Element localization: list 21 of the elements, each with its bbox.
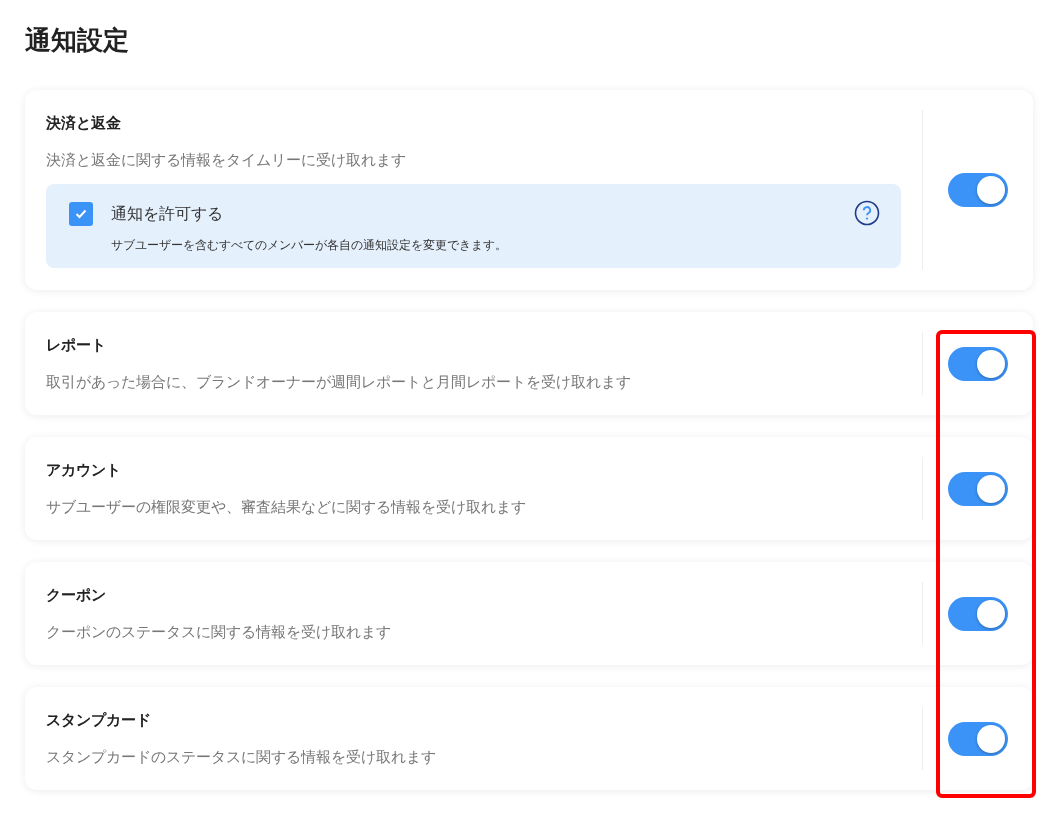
toggle-switch[interactable] [948, 721, 1008, 756]
toggle-switch[interactable] [948, 346, 1008, 381]
page-title: 通知設定 [25, 24, 130, 57]
section-title: レポート [46, 335, 107, 356]
section-description: クーポンのステータスに関する情報を受け取れます [46, 622, 392, 643]
checkbox[interactable] [69, 202, 93, 226]
section-title: クーポン [46, 585, 107, 606]
section-description: 取引があった場合に、ブランドオーナーが週間レポートと月間レポートを受け取れます [46, 372, 632, 393]
section-title: アカウント [46, 460, 122, 481]
notice-note: サブユーザーを含むすべてのメンバーが各自の通知設定を変更できます。 [111, 237, 508, 254]
help-icon[interactable] [854, 200, 880, 226]
toggle-switch[interactable] [948, 173, 1008, 207]
section-title: スタンプカード [46, 710, 152, 731]
toggle-switch[interactable] [948, 596, 1008, 631]
checkmark-icon [75, 209, 87, 219]
section-description: サブユーザーの権限変更や、審査結果などに関する情報を受け取れます [46, 497, 527, 518]
section-description: 決済と返金に関する情報をタイムリーに受け取れます [46, 150, 407, 171]
checkbox-label: 通知を許可する [111, 203, 223, 225]
section-title: 決済と返金 [46, 113, 122, 134]
section-description: スタンプカードのステータスに関する情報を受け取れます [46, 747, 437, 768]
toggle-switch[interactable] [948, 471, 1008, 506]
